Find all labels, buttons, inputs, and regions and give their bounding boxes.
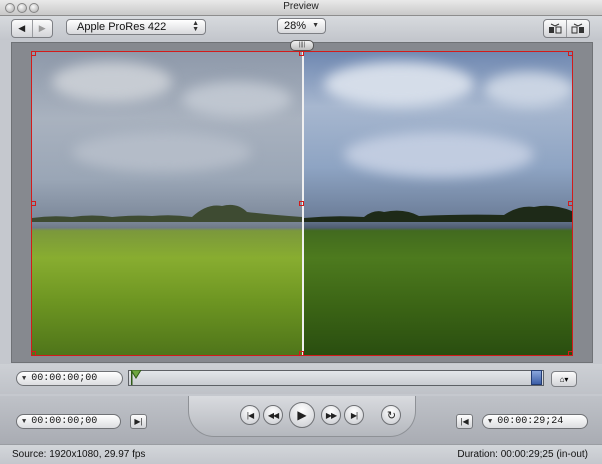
original-image xyxy=(32,52,302,355)
go-to-end-icon: ▶| xyxy=(350,410,358,420)
navigation-buttons: ◀ ▶ xyxy=(11,19,53,38)
go-to-end-button[interactable]: ▶| xyxy=(344,405,364,425)
chevron-down-icon: ▼ xyxy=(312,22,319,29)
window-title: Preview xyxy=(283,1,319,12)
loop-button[interactable]: ↻ xyxy=(381,405,401,425)
marker-icon: ⌂▾ xyxy=(559,374,569,384)
set-out-button[interactable]: |◀ xyxy=(456,414,473,429)
zoom-popup[interactable]: 28% ▼ xyxy=(277,18,326,34)
chevron-down-icon: ▼ xyxy=(22,417,27,426)
forward-arrow-icon[interactable]: ▶ xyxy=(31,20,53,37)
processed-image xyxy=(304,52,572,355)
marker-menu-button[interactable]: ⌂▾ xyxy=(551,371,577,387)
play-button[interactable]: ▶ xyxy=(289,402,315,428)
out-timecode-field[interactable]: ▼ 00:00:29;24 xyxy=(482,414,588,429)
current-timecode: 00:00:00;00 xyxy=(31,373,98,384)
fast-forward-button[interactable]: ▶▶ xyxy=(321,405,341,425)
source-info: Source: 1920x1080, 29.97 fps xyxy=(12,449,146,460)
zoom-label: 28% xyxy=(284,20,307,32)
popup-arrows-icon: ▲ ▼ xyxy=(192,20,199,33)
back-arrow-icon[interactable]: ◀ xyxy=(12,20,32,37)
view-mode-buttons xyxy=(543,19,590,38)
current-timecode-field[interactable]: ▼ 00:00:00;00 xyxy=(16,371,123,386)
split-handle-icon[interactable]: |||| xyxy=(290,40,314,51)
set-in-button[interactable]: ▶| xyxy=(130,414,147,429)
chevron-down-icon: ▼ xyxy=(22,374,27,383)
fast-forward-icon: ▶▶ xyxy=(325,410,337,420)
title-bar: Preview xyxy=(0,0,602,16)
play-icon: ▶ xyxy=(297,408,307,422)
in-point-marker[interactable] xyxy=(130,370,142,385)
go-to-start-icon: |◀ xyxy=(246,410,254,420)
codec-label: Apple ProRes 422 xyxy=(77,21,167,33)
crop-handle-bottom[interactable] xyxy=(299,351,304,356)
out-timecode: 00:00:29;24 xyxy=(497,416,564,427)
split-view-icon xyxy=(549,23,562,34)
out-point-marker[interactable] xyxy=(531,370,542,385)
crop-handle-top[interactable] xyxy=(299,51,304,56)
rewind-icon: ◀◀ xyxy=(267,410,279,420)
crop-handle-bottom-left[interactable] xyxy=(31,351,36,356)
go-to-start-button[interactable]: |◀ xyxy=(240,405,260,425)
crop-handle-left[interactable] xyxy=(31,201,36,206)
duration-info: Duration: 00:00:29;25 (in-out) xyxy=(457,449,588,460)
codec-popup[interactable]: Apple ProRes 422 ▲ ▼ xyxy=(66,19,206,35)
crop-handle-center[interactable] xyxy=(299,201,304,206)
crop-handle-right[interactable] xyxy=(568,201,573,206)
crop-handle-bottom-right[interactable] xyxy=(568,351,573,356)
before-view-button[interactable] xyxy=(544,20,566,37)
rewind-button[interactable]: ◀◀ xyxy=(263,405,283,425)
crop-handle-top-left[interactable] xyxy=(31,51,36,56)
status-bar: Source: 1920x1080, 29.97 fps Duration: 0… xyxy=(0,444,602,464)
chevron-down-icon: ▼ xyxy=(488,417,493,426)
split-view-alt-icon xyxy=(571,23,584,34)
after-view-button[interactable] xyxy=(566,20,589,37)
in-timecode-field[interactable]: ▼ 00:00:00;00 xyxy=(16,414,121,429)
go-to-in-icon: ▶| xyxy=(134,417,143,426)
crop-handle-top-right[interactable] xyxy=(568,51,573,56)
treeline-right xyxy=(304,205,572,222)
treeline-left xyxy=(32,204,302,222)
in-timecode: 00:00:00;00 xyxy=(31,416,98,427)
go-to-out-icon: |◀ xyxy=(460,417,469,426)
loop-icon: ↻ xyxy=(386,409,396,422)
preview-window: Preview ◀ ▶ Apple ProRes 422 ▲ ▼ 28% ▼ ||… xyxy=(0,0,602,464)
timeline-scrubber[interactable] xyxy=(128,370,544,386)
